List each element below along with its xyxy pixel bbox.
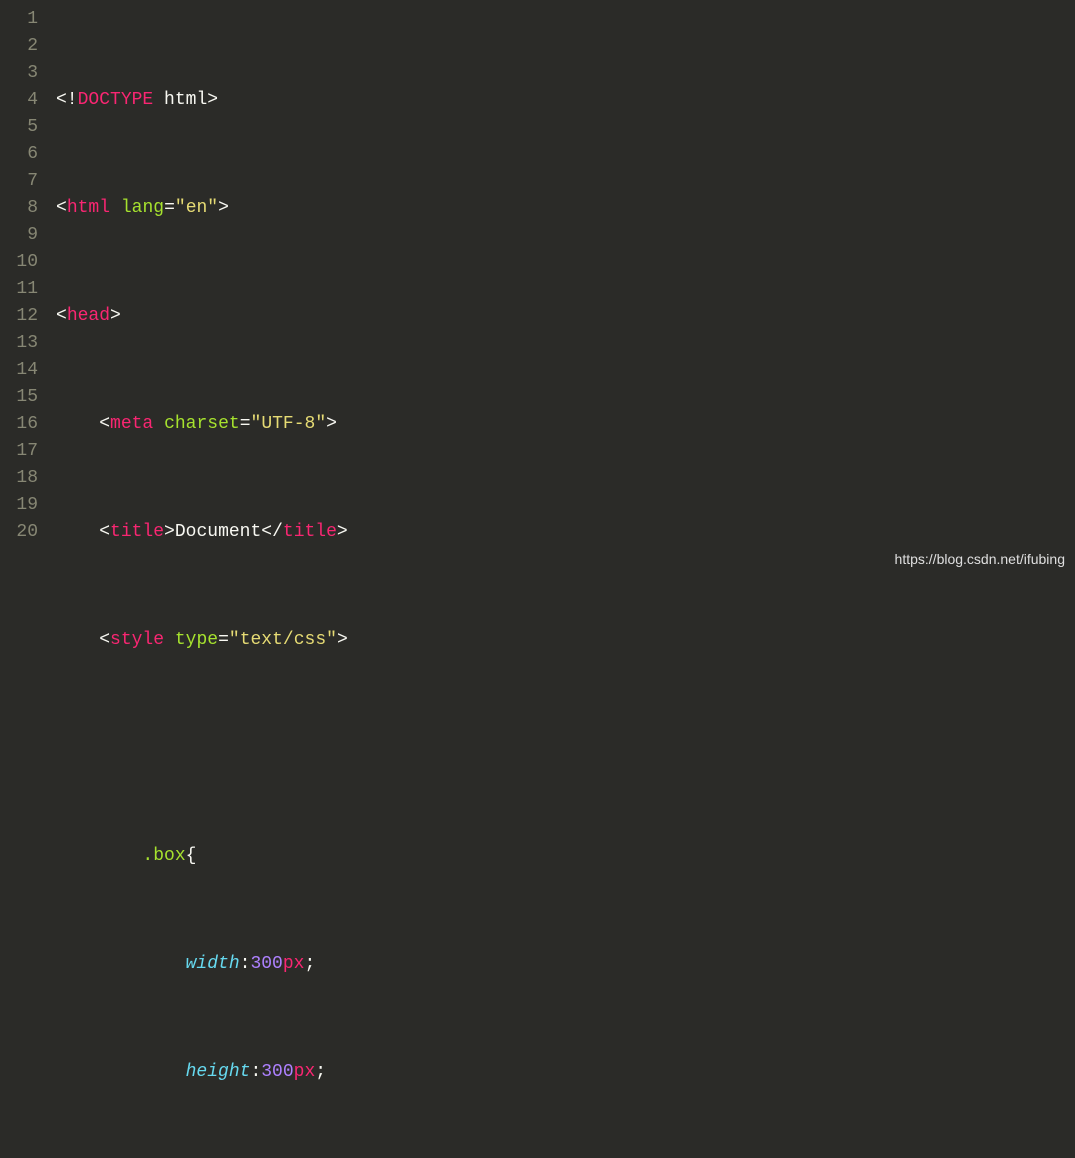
code-line[interactable]: <style type="text/css"> — [48, 627, 1075, 654]
line-number: 19 — [0, 492, 38, 519]
line-number: 1 — [0, 6, 38, 33]
line-number: 2 — [0, 33, 38, 60]
line-number: 7 — [0, 168, 38, 195]
line-number: 9 — [0, 222, 38, 249]
line-number: 11 — [0, 276, 38, 303]
code-line[interactable]: <head> — [48, 303, 1075, 330]
line-number: 5 — [0, 114, 38, 141]
code-line[interactable] — [48, 735, 1075, 762]
line-number: 4 — [0, 87, 38, 114]
line-number: 8 — [0, 195, 38, 222]
code-editor: 1 2 3 4 5 6 7 8 9 10 11 12 13 14 15 16 1… — [0, 0, 1075, 579]
line-number: 18 — [0, 465, 38, 492]
line-number-gutter: 1 2 3 4 5 6 7 8 9 10 11 12 13 14 15 16 1… — [0, 6, 48, 579]
line-number: 10 — [0, 249, 38, 276]
line-number: 16 — [0, 411, 38, 438]
code-area[interactable]: <!DOCTYPE html> <html lang="en"> <head> … — [48, 6, 1075, 579]
code-line[interactable]: <title>Document</title> — [48, 519, 1075, 546]
line-number: 15 — [0, 384, 38, 411]
code-line[interactable]: .box{ — [48, 843, 1075, 870]
line-number: 3 — [0, 60, 38, 87]
line-number: 20 — [0, 519, 38, 546]
line-number: 12 — [0, 303, 38, 330]
code-line[interactable]: height:300px; — [48, 1059, 1075, 1086]
line-number: 17 — [0, 438, 38, 465]
code-line[interactable]: <meta charset="UTF-8"> — [48, 411, 1075, 438]
code-line[interactable]: width:300px; — [48, 951, 1075, 978]
line-number: 6 — [0, 141, 38, 168]
watermark-text: https://blog.csdn.net/ifubing — [895, 546, 1065, 573]
line-number: 14 — [0, 357, 38, 384]
code-line[interactable]: <!DOCTYPE html> — [48, 87, 1075, 114]
code-line[interactable]: <html lang="en"> — [48, 195, 1075, 222]
line-number: 13 — [0, 330, 38, 357]
